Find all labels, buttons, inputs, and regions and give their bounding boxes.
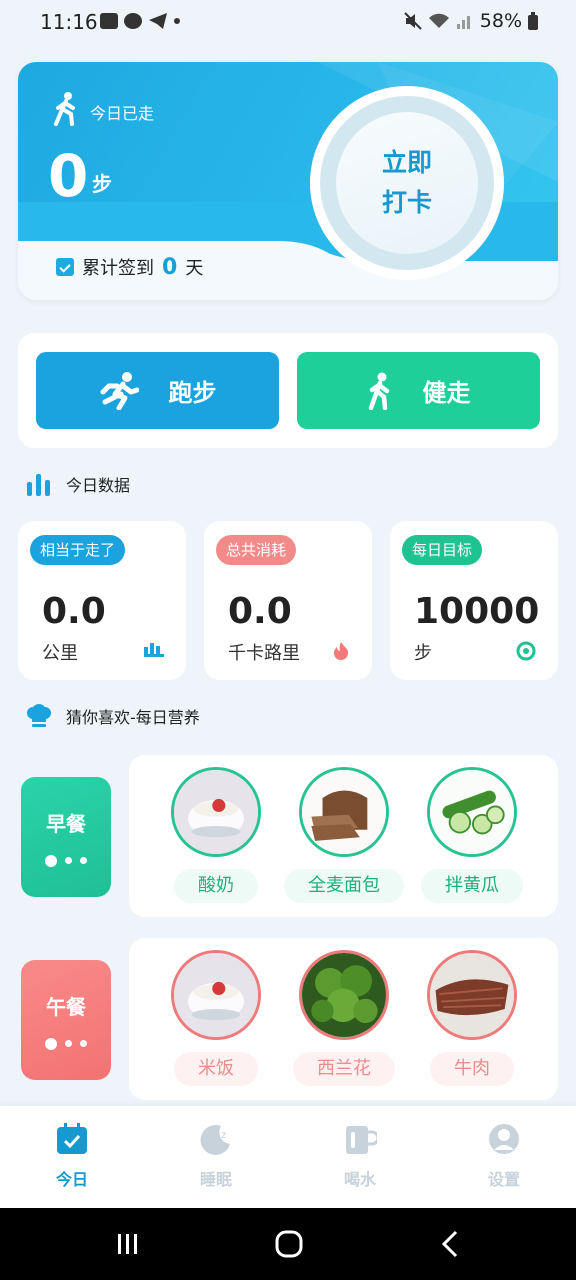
- signal-icon: [456, 16, 470, 29]
- run-label: 跑步: [168, 379, 217, 407]
- checkin-label-2: 打卡: [381, 188, 432, 217]
- breakfast-card: 酸奶 全麦面包 拌黄瓜: [129, 755, 558, 917]
- distance-card: 相当于走了 0.0 公里: [18, 521, 186, 680]
- food-item[interactable]: 酸奶: [161, 767, 271, 903]
- lunch-tag[interactable]: 午餐: [21, 960, 111, 1080]
- distance-unit: 公里: [42, 643, 78, 664]
- bar-chart-icon: [27, 474, 50, 496]
- chat-icon: [124, 13, 142, 29]
- nutrition-header: 猜你喜欢-每日营养: [26, 704, 200, 728]
- nutrition-title: 猜你喜欢-每日营养: [66, 708, 200, 727]
- steps-unit: 步: [92, 172, 112, 196]
- calories-unit: 千卡路里: [228, 643, 300, 664]
- beef-image: [427, 950, 517, 1040]
- status-bar: 11:16 58%: [0, 0, 576, 46]
- back-icon[interactable]: [440, 1230, 460, 1258]
- cucumber-image: [427, 767, 517, 857]
- calories-value: 0.0: [228, 591, 292, 632]
- gallery-icon: [100, 13, 118, 29]
- food-name: 全麦面包: [284, 869, 404, 903]
- today-data-header: 今日数据: [26, 472, 130, 496]
- checkin-label-1: 立即: [381, 148, 432, 177]
- tab-water-label: 喝水: [343, 1170, 376, 1189]
- rice-image: [171, 950, 261, 1040]
- goal-value: 10000: [414, 591, 540, 632]
- recent-apps-icon[interactable]: [116, 1232, 140, 1256]
- target-icon: [516, 641, 536, 661]
- wifi-icon: [428, 13, 449, 28]
- moon-icon: z: [200, 1124, 230, 1155]
- lunch-card: 米饭 西兰花 牛肉: [129, 938, 558, 1100]
- cumulative-checkin: 累计签到 0 天: [56, 254, 203, 280]
- today-walked-label: 今日已走: [90, 104, 155, 123]
- tab-water[interactable]: 喝水: [320, 1122, 400, 1190]
- tab-sleep-label: 睡眠: [199, 1170, 232, 1189]
- walker-icon: [54, 92, 75, 126]
- calories-tag: 总共消耗: [216, 535, 297, 565]
- tab-today[interactable]: 今日: [32, 1122, 112, 1190]
- mute-icon: [404, 12, 422, 30]
- bread-image: [299, 767, 389, 857]
- battery-percent: 58%: [479, 10, 522, 32]
- food-item[interactable]: 牛肉: [417, 950, 527, 1086]
- calories-card: 总共消耗 0.0 千卡路里: [204, 521, 372, 680]
- chef-hat-icon: [27, 704, 51, 727]
- tab-settings-label: 设置: [487, 1170, 520, 1189]
- tab-today-label: 今日: [55, 1170, 88, 1189]
- home-icon[interactable]: [275, 1230, 303, 1258]
- cup-icon: [346, 1126, 377, 1154]
- food-item[interactable]: 米饭: [161, 950, 271, 1086]
- cumulative-unit: 天: [185, 258, 204, 279]
- food-item[interactable]: 拌黄瓜: [417, 767, 527, 903]
- more-dot-icon: [174, 18, 180, 24]
- system-nav-bar: [0, 1208, 576, 1280]
- calendar-check-icon: [57, 1123, 87, 1154]
- calendar-check-icon: [56, 258, 74, 276]
- pager-dots: [45, 854, 87, 867]
- activity-card: 跑步 健走: [18, 333, 558, 448]
- food-name: 米饭: [174, 1052, 258, 1086]
- today-steps-value: 0: [48, 142, 89, 210]
- checkin-button[interactable]: 立即 打卡: [336, 112, 478, 254]
- today-data-title: 今日数据: [66, 476, 131, 495]
- telegram-icon: [149, 13, 167, 29]
- food-name: 酸奶: [174, 869, 258, 903]
- cumulative-days: 0: [162, 254, 178, 280]
- walk-label: 健走: [422, 379, 471, 407]
- hero-card: 今日已走 0 步 立即 打卡 累计签到 0 天: [18, 62, 558, 300]
- broccoli-image: [299, 950, 389, 1040]
- runner-icon: [100, 371, 139, 410]
- system-status-icons: 58%: [404, 10, 538, 32]
- user-icon: [489, 1124, 519, 1154]
- breakfast-tag[interactable]: 早餐: [21, 777, 111, 897]
- flame-icon: [334, 642, 349, 660]
- pager-dots: [45, 1037, 87, 1050]
- lunch-label: 午餐: [46, 994, 86, 1019]
- food-name: 牛肉: [430, 1052, 514, 1086]
- tab-settings[interactable]: 设置: [464, 1122, 544, 1190]
- svg-text:z: z: [221, 1130, 226, 1141]
- checkin-ring: 立即 打卡: [310, 86, 504, 280]
- food-name: 拌黄瓜: [421, 869, 523, 903]
- goal-tag: 每日目标: [402, 535, 483, 565]
- run-button[interactable]: 跑步: [36, 352, 279, 429]
- notification-icons: [100, 12, 180, 30]
- steps-chart-icon: [144, 643, 164, 657]
- food-item[interactable]: 西兰花: [289, 950, 399, 1086]
- tab-sleep[interactable]: z 睡眠: [176, 1122, 256, 1190]
- food-name: 西兰花: [293, 1052, 395, 1086]
- goal-card: 每日目标 10000 步: [390, 521, 558, 680]
- distance-tag: 相当于走了: [30, 535, 126, 565]
- status-time: 11:16: [40, 10, 98, 34]
- cumulative-label: 累计签到: [82, 258, 154, 279]
- walk-button[interactable]: 健走: [297, 352, 540, 429]
- food-item[interactable]: 全麦面包: [284, 767, 404, 903]
- walker-icon: [368, 372, 389, 410]
- battery-icon: [528, 12, 538, 30]
- breakfast-label: 早餐: [46, 811, 86, 836]
- bottom-nav: 今日 z 睡眠 喝水 设置: [0, 1106, 576, 1208]
- yogurt-image: [171, 767, 261, 857]
- goal-unit: 步: [414, 643, 432, 664]
- distance-value: 0.0: [42, 591, 106, 632]
